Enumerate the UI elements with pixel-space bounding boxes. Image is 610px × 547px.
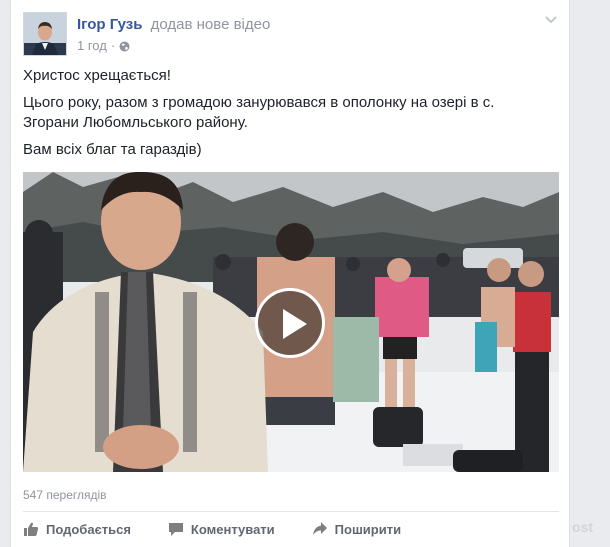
post-paragraph: Вам всіх благ та гараздів) <box>23 141 202 158</box>
globe-icon[interactable] <box>119 40 130 52</box>
comment-button[interactable]: Коментувати <box>168 521 275 537</box>
post-body: Христос хрещається! Цього року, разом з … <box>23 66 553 167</box>
comment-label: Коментувати <box>190 521 275 537</box>
video-player[interactable] <box>23 172 559 472</box>
play-icon <box>283 309 307 339</box>
author-name-link[interactable]: Ігор Гузь <box>77 16 142 33</box>
share-label: Поширити <box>334 521 402 537</box>
like-button[interactable]: Подобається <box>23 521 131 537</box>
comment-icon <box>168 523 183 536</box>
action-bar: Подобається Коментувати Поширити <box>23 518 559 540</box>
post-card: Ігор Гузь додав нове відео 1 год · Христ… <box>10 0 570 547</box>
thumbs-up-icon <box>24 522 39 536</box>
post-action-text: додав нове відео <box>150 16 271 33</box>
post-header: Ігор Гузь додав нове відео 1 год · <box>23 12 559 56</box>
author-line: Ігор Гузь додав нове відео <box>77 16 270 33</box>
view-count: 547 переглядів <box>23 488 107 502</box>
post-paragraph: Цього року, разом з громадою занурювався… <box>23 94 495 131</box>
play-button[interactable] <box>255 288 325 358</box>
chevron-down-icon[interactable] <box>543 12 559 28</box>
post-timestamp[interactable]: 1 год <box>77 38 107 53</box>
share-icon <box>312 522 327 535</box>
avatar[interactable] <box>23 12 67 56</box>
share-button[interactable]: Поширити <box>312 521 401 537</box>
post-meta: 1 год · <box>77 38 130 53</box>
divider <box>23 511 559 512</box>
like-label: Подобається <box>46 521 131 537</box>
post-paragraph: Христос хрещається! <box>23 67 171 84</box>
watermark-logo: ost <box>572 519 593 535</box>
